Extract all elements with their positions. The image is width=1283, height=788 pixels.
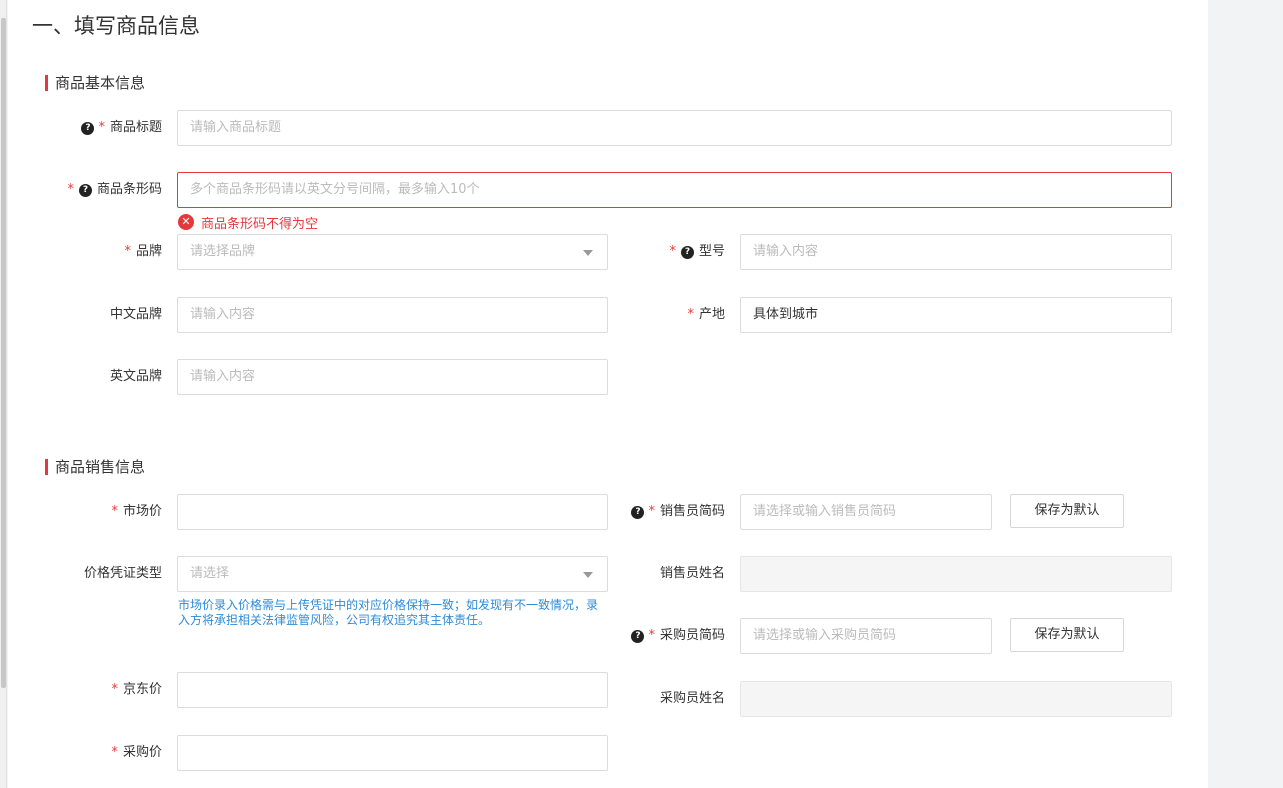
jd-price-input[interactable]	[177, 672, 608, 708]
save-default-sales-button[interactable]: 保存为默认	[1010, 494, 1124, 528]
purchase-price-label: * 采购价	[48, 735, 162, 771]
en-brand-label: 英文品牌	[109, 369, 162, 384]
purchase-code-input[interactable]: 请选择或输入采购员简码	[740, 618, 992, 654]
error-icon: ✕	[178, 214, 194, 230]
page-scrollbar[interactable]	[0, 0, 7, 788]
purchase-name-input	[740, 681, 1172, 717]
market-price-label: * 市场价	[48, 494, 162, 530]
help-icon[interactable]: ?	[631, 629, 645, 643]
sales-name-label: 销售员姓名	[659, 566, 725, 581]
required-mark: *	[67, 182, 74, 197]
scrollbar-thumb[interactable]	[1, 18, 6, 688]
required-mark: *	[111, 682, 118, 697]
required-mark: *	[111, 745, 118, 760]
required-mark: *	[648, 628, 655, 643]
save-default-purchase-button[interactable]: 保存为默认	[1010, 618, 1124, 652]
sales-code-label: ? * 销售员简码	[611, 494, 725, 530]
origin-label: * 产地	[611, 297, 725, 333]
help-icon[interactable]: ?	[631, 505, 645, 519]
form-panel: 一、填写商品信息 商品基本信息 ? * 商品标题 请输入商品标题 *? 商品条形码 多…	[8, 0, 1208, 788]
model-input[interactable]: 请输入内容	[740, 234, 1172, 270]
required-mark: *	[98, 120, 105, 135]
required-mark: *	[648, 504, 655, 519]
page-title: 一、填写商品信息	[32, 14, 200, 38]
sales-name-input	[740, 556, 1172, 592]
brand-label: * 品牌	[48, 234, 162, 270]
jd-price-label: * 京东价	[48, 672, 162, 708]
required-mark: *	[111, 504, 118, 519]
required-mark: *	[687, 307, 694, 322]
purchase-name-label: 采购员姓名	[659, 691, 725, 706]
chevron-down-icon	[583, 250, 593, 256]
barcode-input[interactable]: 多个商品条形码请以英文分号间隔，最多输入10个	[177, 172, 1172, 208]
price-proof-type-select[interactable]: 请选择	[177, 556, 608, 592]
origin-input[interactable]: 具体到城市	[740, 297, 1172, 333]
sales-code-input[interactable]: 请选择或输入销售员简码	[740, 494, 992, 530]
help-icon[interactable]: ?	[680, 245, 694, 259]
cn-brand-input[interactable]: 请输入内容	[177, 297, 608, 333]
section-title-sales: 商品销售信息	[45, 457, 145, 477]
help-icon[interactable]: ?	[78, 183, 92, 197]
price-proof-type-label: 价格凭证类型	[83, 566, 162, 581]
help-icon[interactable]: ?	[81, 121, 95, 135]
en-brand-input[interactable]: 请输入内容	[177, 359, 608, 395]
model-label: *? 型号	[611, 234, 725, 270]
barcode-label: *? 商品条形码	[48, 172, 162, 208]
required-mark: *	[124, 244, 131, 259]
market-price-input[interactable]	[177, 494, 608, 530]
price-proof-hint: 市场价录入价格需与上传凭证中的对应价格保持一致；如发现有不一致情况，录入方将承担…	[178, 598, 599, 627]
required-mark: *	[669, 244, 676, 259]
section-title-basic: 商品基本信息	[45, 73, 145, 93]
brand-select[interactable]: 请选择品牌	[177, 234, 608, 270]
purchase-price-input[interactable]	[177, 735, 608, 771]
product-title-label: ? * 商品标题	[48, 110, 162, 146]
cn-brand-label: 中文品牌	[109, 307, 162, 322]
product-title-input[interactable]: 请输入商品标题	[177, 110, 1172, 146]
chevron-down-icon	[583, 572, 593, 578]
barcode-error-message: ✕ 商品条形码不得为空	[178, 213, 318, 232]
purchase-code-label: ? * 采购员简码	[611, 618, 725, 654]
